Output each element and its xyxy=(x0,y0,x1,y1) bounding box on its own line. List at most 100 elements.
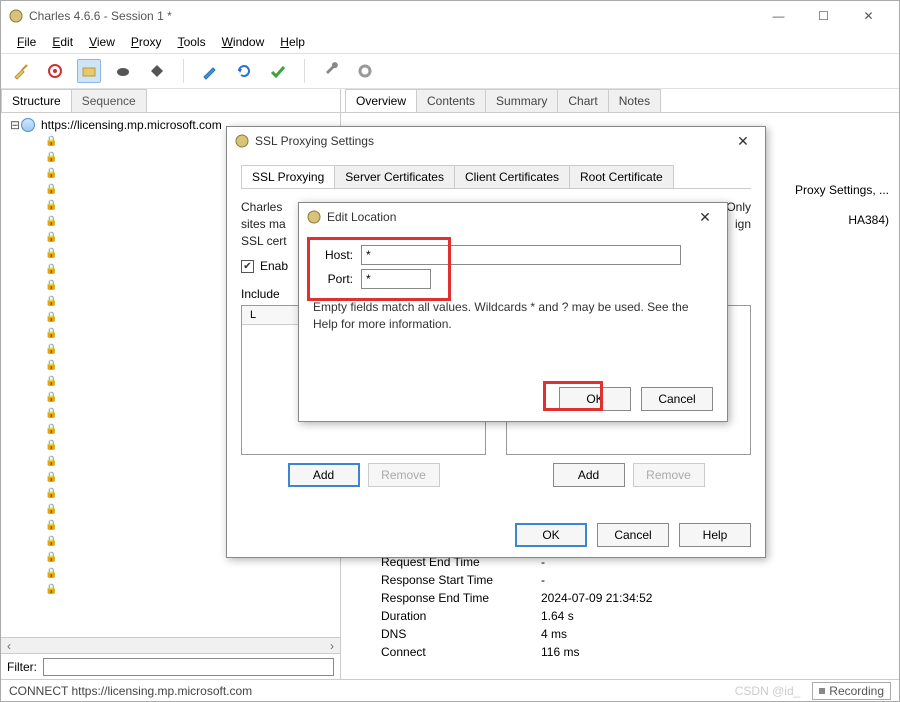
overview-fragment-2: HA384) xyxy=(848,213,889,227)
overview-fragment-1: Proxy Settings, ... xyxy=(795,183,889,197)
port-label: Port: xyxy=(313,272,353,286)
edit-location-dialog: Edit Location ✕ Host: Port: Empty fields… xyxy=(298,202,728,422)
lock-icon: 🔒 xyxy=(45,408,57,419)
overview-kv-row: Response End Time2024-07-09 21:34:52 xyxy=(381,589,781,607)
lock-icon: 🔒 xyxy=(45,216,57,227)
lock-icon: 🔒 xyxy=(45,264,57,275)
include-add-button[interactable]: Add xyxy=(288,463,360,487)
tree-item[interactable]: 🔒 xyxy=(9,565,340,581)
record-icon[interactable] xyxy=(43,59,67,83)
host-label: Host: xyxy=(313,248,353,262)
overview-kv-row: Duration1.64 s xyxy=(381,607,781,625)
ssl-cancel-button[interactable]: Cancel xyxy=(597,523,669,547)
lock-icon: 🔒 xyxy=(45,312,57,323)
menu-edit[interactable]: Edit xyxy=(46,33,79,51)
recording-indicator: Recording xyxy=(812,682,891,700)
tab-chart[interactable]: Chart xyxy=(557,89,608,112)
ssl-dialog-title: SSL Proxying Settings xyxy=(255,134,729,148)
edit-dialog-title: Edit Location xyxy=(327,210,691,224)
menu-file[interactable]: File xyxy=(11,33,42,51)
menu-window[interactable]: Window xyxy=(216,33,271,51)
lock-icon: 🔒 xyxy=(45,200,57,211)
refresh-icon[interactable] xyxy=(232,59,256,83)
lock-icon: 🔒 xyxy=(45,152,57,163)
tab-ssl-proxying[interactable]: SSL Proxying xyxy=(241,165,335,188)
lock-icon: 🔒 xyxy=(45,248,57,259)
tab-summary[interactable]: Summary xyxy=(485,89,558,112)
tab-client-certs[interactable]: Client Certificates xyxy=(454,165,570,188)
enable-ssl-proxying-checkbox[interactable]: ✔ xyxy=(241,260,254,273)
tab-sequence[interactable]: Sequence xyxy=(71,89,147,112)
ssl-ok-button[interactable]: OK xyxy=(515,523,587,547)
lock-icon: 🔒 xyxy=(45,456,57,467)
tab-structure[interactable]: Structure xyxy=(1,89,72,112)
lock-icon: 🔒 xyxy=(45,472,57,483)
lock-icon: 🔒 xyxy=(45,344,57,355)
lock-icon: 🔒 xyxy=(45,184,57,195)
enable-ssl-proxying-label: Enab xyxy=(260,259,288,273)
lock-icon: 🔒 xyxy=(45,376,57,387)
status-bar: CONNECT https://licensing.mp.microsoft.c… xyxy=(1,679,899,701)
overview-kv-row: Response Start Time- xyxy=(381,571,781,589)
ssl-help-button[interactable]: Help xyxy=(679,523,751,547)
lock-icon: 🔒 xyxy=(45,584,57,595)
lock-icon: 🔒 xyxy=(45,168,57,179)
lock-icon: 🔒 xyxy=(45,296,57,307)
window-minimize-button[interactable]: — xyxy=(756,1,801,31)
lock-icon: 🔒 xyxy=(45,360,57,371)
menu-proxy[interactable]: Proxy xyxy=(125,33,168,51)
tab-overview[interactable]: Overview xyxy=(345,89,417,112)
lock-icon: 🔒 xyxy=(45,568,57,579)
broom-icon[interactable] xyxy=(9,59,33,83)
exclude-add-button[interactable]: Add xyxy=(553,463,625,487)
window-close-button[interactable]: ✕ xyxy=(846,1,891,31)
lock-icon: 🔒 xyxy=(45,328,57,339)
tree-root-label: https://licensing.mp.microsoft.com xyxy=(39,118,224,132)
edit-hint-text: Empty fields match all values. Wildcards… xyxy=(313,299,713,333)
tree-item[interactable]: 🔒 xyxy=(9,581,340,597)
turtle-icon[interactable] xyxy=(111,59,135,83)
host-input[interactable] xyxy=(361,245,681,265)
menu-tools[interactable]: Tools xyxy=(172,33,212,51)
overview-kv-row: Connect116 ms xyxy=(381,643,781,661)
edit-dialog-close-button[interactable]: ✕ xyxy=(691,209,719,226)
tab-server-certs[interactable]: Server Certificates xyxy=(334,165,455,188)
pencil-icon[interactable] xyxy=(198,59,222,83)
watermark-text: CSDN @id_ xyxy=(735,684,801,698)
window-maximize-button[interactable]: ☐ xyxy=(801,1,846,31)
menu-view[interactable]: View xyxy=(83,33,121,51)
app-icon xyxy=(235,134,249,148)
exclude-remove-button[interactable]: Remove xyxy=(633,463,705,487)
lock-icon: 🔒 xyxy=(45,552,57,563)
lock-icon: 🔒 xyxy=(45,488,57,499)
horizontal-scrollbar[interactable]: ‹› xyxy=(1,637,340,653)
edit-cancel-button[interactable]: Cancel xyxy=(641,387,713,411)
gear-icon[interactable] xyxy=(353,59,377,83)
tab-contents[interactable]: Contents xyxy=(416,89,486,112)
lock-icon: 🔒 xyxy=(45,136,57,147)
edit-ok-button[interactable]: OK xyxy=(559,387,631,411)
throttle-icon[interactable] xyxy=(77,59,101,83)
include-remove-button[interactable]: Remove xyxy=(368,463,440,487)
filter-input[interactable] xyxy=(43,658,334,676)
lock-icon: 🔒 xyxy=(45,440,57,451)
tab-notes[interactable]: Notes xyxy=(608,89,661,112)
lock-icon: 🔒 xyxy=(45,424,57,435)
wrench-icon[interactable] xyxy=(319,59,343,83)
breakpoint-icon[interactable] xyxy=(145,59,169,83)
lock-icon: 🔒 xyxy=(45,280,57,291)
check-icon[interactable] xyxy=(266,59,290,83)
menu-help[interactable]: Help xyxy=(274,33,311,51)
lock-icon: 🔒 xyxy=(45,504,57,515)
ssl-dialog-close-button[interactable]: ✕ xyxy=(729,133,757,150)
lock-icon: 🔒 xyxy=(45,536,57,547)
filter-label: Filter: xyxy=(7,660,37,674)
app-icon xyxy=(9,9,23,23)
tab-root-cert[interactable]: Root Certificate xyxy=(569,165,674,188)
overview-kv-row: DNS4 ms xyxy=(381,625,781,643)
window-title: Charles 4.6.6 - Session 1 * xyxy=(29,9,756,23)
port-input[interactable] xyxy=(361,269,431,289)
window-titlebar: Charles 4.6.6 - Session 1 * — ☐ ✕ xyxy=(1,1,899,31)
lock-icon: 🔒 xyxy=(45,232,57,243)
overview-kv-list: Request End Time-Response Start Time-Res… xyxy=(381,553,781,661)
